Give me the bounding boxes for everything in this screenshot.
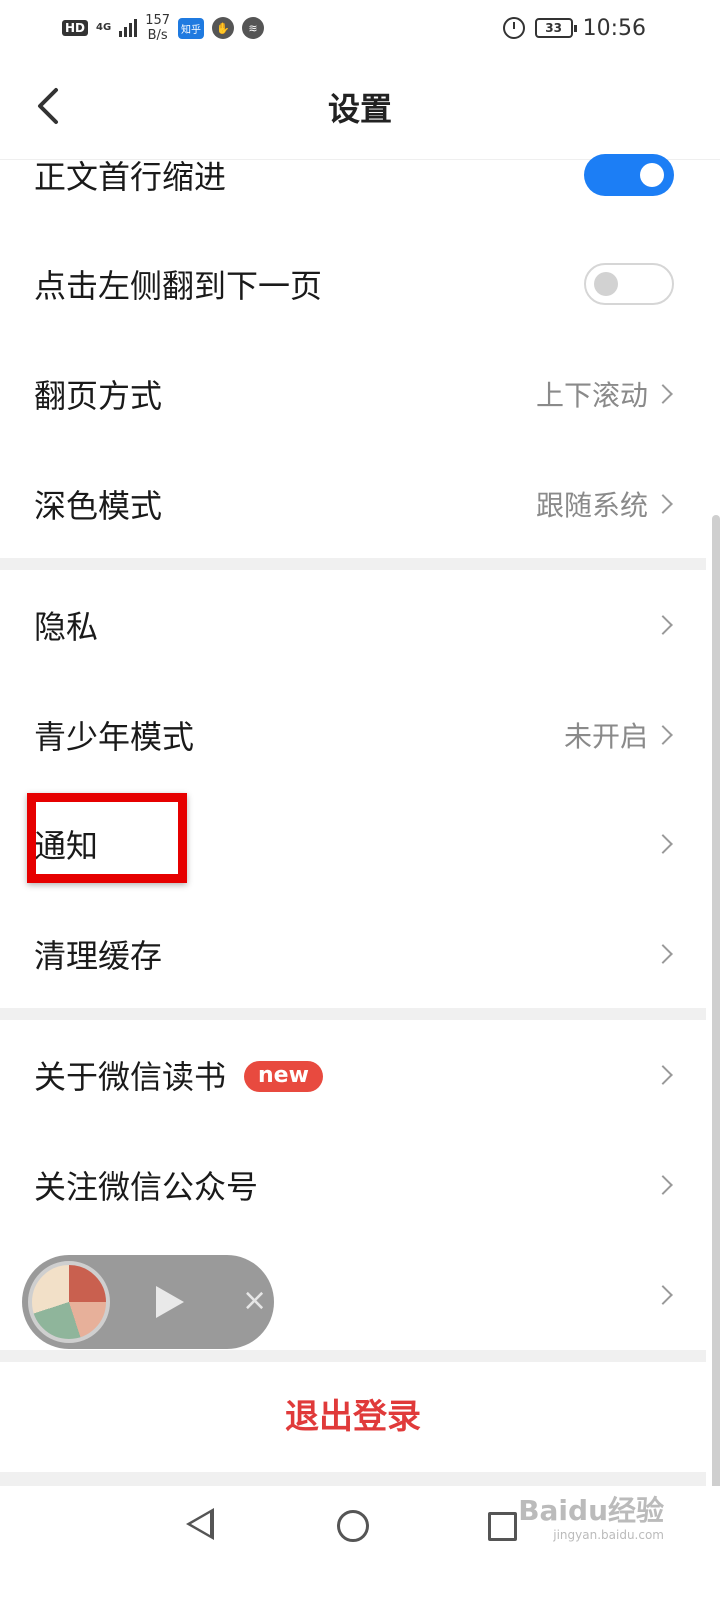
chevron-right-icon — [653, 834, 673, 854]
setting-label: 清理缓存 — [34, 937, 163, 975]
setting-row-clear-cache[interactable]: 清理缓存 — [0, 899, 706, 1009]
audio-icon: ≋ — [242, 17, 265, 39]
setting-label: 翻页方式 — [34, 377, 163, 415]
speed-value: 157 — [145, 13, 171, 28]
section-divider — [0, 1350, 706, 1362]
setting-label: 关注微信公众号 — [34, 1168, 259, 1206]
scrollbar[interactable] — [712, 515, 720, 1490]
watermark-sub: jingyan.baidu.com — [553, 1528, 664, 1542]
setting-label: 隐私 — [34, 608, 99, 646]
chevron-right-icon — [653, 725, 673, 745]
signal-icon — [119, 19, 138, 37]
nav-home-icon[interactable] — [337, 1510, 369, 1542]
nav-recents-icon[interactable] — [488, 1512, 517, 1541]
section-divider — [0, 1472, 706, 1486]
chevron-right-icon — [653, 615, 673, 635]
network-type: 4G — [96, 22, 112, 33]
setting-row-about[interactable]: 关于微信读书 new — [0, 1020, 706, 1130]
logout-button[interactable]: 退出登录 — [0, 1362, 706, 1472]
section-divider — [0, 558, 706, 570]
setting-row-dark-mode[interactable]: 深色模式 跟随系统 — [0, 449, 706, 559]
setting-label: 关于微信读书 new — [34, 1052, 323, 1098]
setting-row-indent[interactable]: 正文首行缩进 — [0, 120, 706, 230]
toggle-knob — [594, 272, 618, 296]
zhihu-app-icon: 知乎 — [178, 17, 205, 39]
setting-label: 正文首行缩进 — [34, 158, 227, 196]
setting-row-follow[interactable]: 关注微信公众号 — [0, 1130, 706, 1240]
alarm-icon — [502, 17, 525, 39]
chevron-right-icon — [653, 384, 673, 404]
status-right: 33 10:56 — [502, 8, 646, 48]
chevron-right-icon — [653, 1065, 673, 1085]
chevron-right-icon — [653, 944, 673, 964]
toggle-knob — [640, 163, 664, 187]
tap-left-toggle[interactable] — [584, 263, 674, 305]
setting-row-page-turn[interactable]: 翻页方式 上下滚动 — [0, 339, 706, 449]
status-bar: HD 4G 157 B/s 知乎 ✋ ≋ 33 10:56 — [0, 0, 720, 56]
floating-player[interactable]: × — [22, 1255, 274, 1349]
clock: 10:56 — [582, 15, 646, 41]
section-divider — [0, 1008, 706, 1020]
setting-value: 未开启 — [563, 720, 648, 753]
indent-toggle[interactable] — [584, 154, 674, 196]
highlight-box — [27, 793, 187, 883]
watermark-main: Baidu经验 — [518, 1494, 664, 1527]
system-nav-bar: Baidu经验 jingyan.baidu.com — [0, 1486, 720, 1600]
about-label: 关于微信读书 — [34, 1058, 227, 1096]
new-badge: new — [244, 1060, 323, 1092]
status-left: HD 4G 157 B/s 知乎 ✋ ≋ — [62, 8, 265, 48]
setting-label: 点击左侧翻到下一页 — [34, 267, 323, 305]
setting-row-tap-left[interactable]: 点击左侧翻到下一页 — [0, 229, 706, 339]
chevron-right-icon — [653, 1175, 673, 1195]
hand-icon: ✋ — [212, 17, 235, 39]
book-cover-thumbnail[interactable] — [28, 1261, 110, 1343]
setting-label: 青少年模式 — [34, 718, 195, 756]
battery-icon: 33 — [534, 18, 577, 38]
play-icon[interactable] — [156, 1286, 184, 1318]
chevron-right-icon — [653, 1285, 673, 1305]
setting-value: 上下滚动 — [535, 379, 648, 412]
setting-value: 跟随系统 — [535, 489, 648, 522]
chevron-right-icon — [653, 494, 673, 514]
close-icon[interactable]: × — [242, 1281, 267, 1321]
setting-label: 深色模式 — [34, 487, 163, 525]
setting-row-privacy[interactable]: 隐私 — [0, 570, 706, 680]
setting-row-teen-mode[interactable]: 青少年模式 未开启 — [0, 680, 706, 790]
hd-icon: HD — [62, 20, 89, 36]
network-speed: 157 B/s — [145, 13, 170, 43]
nav-back-icon[interactable] — [186, 1508, 214, 1540]
watermark: Baidu经验 jingyan.baidu.com — [518, 1494, 664, 1542]
speed-unit: B/s — [147, 28, 168, 43]
